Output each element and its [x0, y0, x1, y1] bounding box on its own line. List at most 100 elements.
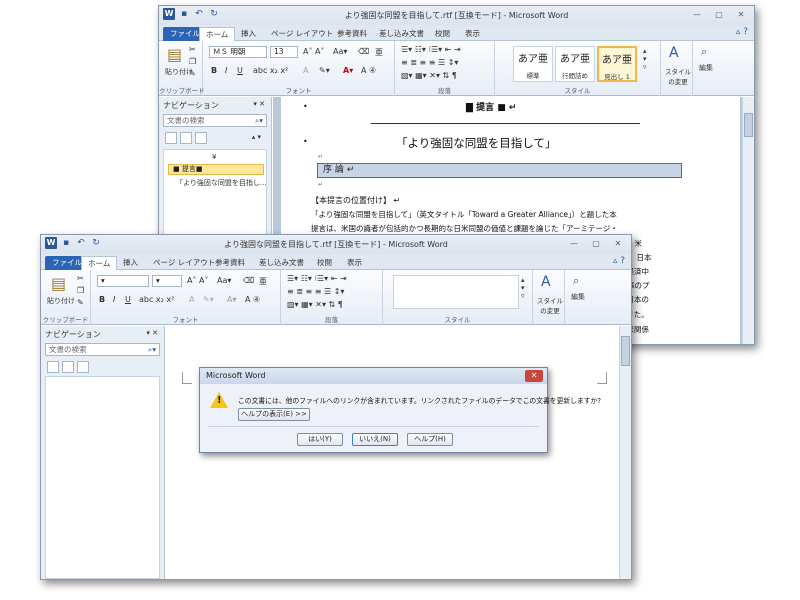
shading-icon[interactable]: ▧▾ ▦▾ ✕▾ ⇅ ¶ — [401, 71, 457, 80]
search-icon[interactable]: ⌕▾ — [148, 344, 156, 355]
align-icon[interactable]: ≡ ≣ ≡ ≡ ☰ ↕▾ — [287, 287, 344, 296]
font-size-combo[interactable]: 13 — [270, 46, 298, 58]
clear-format-icon[interactable]: ⌫ — [243, 276, 254, 285]
text-effect-icon[interactable]: A — [189, 295, 194, 304]
text-effect-icon[interactable]: A — [303, 66, 308, 75]
tab-review[interactable]: 校閲 — [317, 256, 332, 270]
font-color-icon[interactable]: A▾ — [343, 66, 353, 75]
copy-icon[interactable]: ❐ — [77, 286, 84, 295]
change-styles-icon[interactable]: A — [541, 274, 551, 290]
nav-item-heading[interactable]: ■ 提言■ — [168, 164, 264, 175]
style-scroll-icon[interactable]: ▴ ▾ ▿ — [643, 47, 647, 71]
headings-tab[interactable] — [165, 132, 177, 144]
format-painter-icon[interactable]: ✎ — [77, 298, 84, 307]
change-case-icon[interactable]: Aa▾ — [217, 276, 231, 285]
tab-review[interactable]: 校閲 — [435, 27, 450, 41]
pages-tab[interactable] — [62, 361, 74, 373]
ruby-icon[interactable]: 亜 — [259, 276, 267, 287]
grow-font-icon[interactable]: A˄ A˅ — [303, 47, 325, 56]
nav-search-input[interactable]: 文書の検索 ⌕▾ — [45, 343, 160, 356]
no-button[interactable]: いいえ(N) — [352, 433, 398, 446]
back-vertical-scrollbar[interactable] — [742, 97, 754, 344]
edit-label[interactable]: 編集 — [571, 292, 585, 302]
style-heading-1[interactable]: あア亜 見出し 1 — [597, 46, 637, 82]
bullets-icon[interactable]: ☰▾ ☷▾ ⁝☰▾ ⇤ ⇥ — [287, 274, 347, 283]
nav-item-title[interactable]: 「より強固な同盟を目指し... — [176, 178, 267, 188]
align-icon[interactable]: ≡ ≣ ≡ ≡ ☰ ↕▾ — [401, 58, 458, 67]
font-name-combo[interactable]: ▾ — [97, 275, 149, 287]
char-shading-icon[interactable]: A ④ — [245, 295, 260, 304]
strikethrough-icon[interactable]: abc x₂ x² — [139, 295, 174, 304]
close-icon[interactable]: ✕ — [611, 238, 625, 250]
change-styles-label[interactable]: スタイルの変更 — [535, 295, 565, 315]
show-help-button[interactable]: ヘルプの表示(E) >> — [238, 408, 310, 421]
nav-close-icon[interactable]: ▾ ✕ — [146, 329, 158, 337]
help-button[interactable]: ヘルプ(H) — [407, 433, 453, 446]
cut-icon[interactable]: ✂ — [77, 274, 84, 283]
nav-close-icon[interactable]: ▾ ✕ — [253, 100, 265, 108]
maximize-icon[interactable]: ▢ — [712, 9, 726, 21]
dialog-close-icon[interactable]: ✕ — [525, 370, 543, 382]
change-case-icon[interactable]: Aa▾ — [333, 47, 347, 56]
char-shading-icon[interactable]: A ④ — [361, 66, 376, 75]
scroll-thumb[interactable] — [621, 336, 630, 366]
front-vertical-scrollbar[interactable] — [619, 326, 631, 579]
tab-insert[interactable]: 挿入 — [241, 27, 256, 41]
nav-search-input[interactable]: 文書の検索 ⌕▾ — [163, 114, 267, 127]
results-tab[interactable] — [195, 132, 207, 144]
format-painter-icon[interactable]: ✎ — [189, 69, 196, 78]
bold-icon[interactable]: B — [211, 66, 217, 75]
paste-icon[interactable]: ▤ — [167, 45, 182, 64]
help-icon[interactable]: ▵ ? — [736, 27, 748, 37]
edit-label[interactable]: 編集 — [699, 63, 713, 73]
italic-icon[interactable]: I — [113, 295, 115, 304]
grow-font-icon[interactable]: A˄ A˅ — [187, 276, 209, 285]
paste-icon[interactable]: ▤ — [51, 274, 66, 293]
find-icon[interactable]: ⌕ — [573, 274, 579, 288]
underline-icon[interactable]: U — [237, 66, 243, 75]
bold-icon[interactable]: B — [99, 295, 105, 304]
nav-updown-icon[interactable]: ▴ ▾ — [252, 133, 261, 141]
tab-page-layout[interactable]: ページ レイアウト — [153, 256, 215, 270]
clear-format-icon[interactable]: ⌫ — [358, 47, 369, 56]
tab-home[interactable]: ホーム — [81, 256, 118, 270]
bullets-icon[interactable]: ☰▾ ☷▾ ⁝☰▾ ⇤ ⇥ — [401, 45, 461, 54]
tab-view[interactable]: 表示 — [347, 256, 362, 270]
font-color-icon[interactable]: A▾ — [227, 295, 237, 304]
tab-insert[interactable]: 挿入 — [123, 256, 138, 270]
font-name-combo[interactable]: ＭＳ 明朝 — [209, 46, 267, 58]
headings-tab[interactable] — [47, 361, 59, 373]
paste-label[interactable]: 貼り付け — [47, 296, 75, 306]
tab-view[interactable]: 表示 — [465, 27, 480, 41]
tab-home[interactable]: ホーム — [199, 27, 236, 41]
tab-mailings[interactable]: 差し込み文書 — [259, 256, 304, 270]
ruby-icon[interactable]: 亜 — [375, 47, 383, 58]
strikethrough-icon[interactable]: abc x₂ x² — [253, 66, 288, 75]
help-icon[interactable]: ▵ ? — [613, 256, 625, 266]
underline-icon[interactable]: U — [125, 295, 131, 304]
minimize-icon[interactable]: — — [567, 238, 581, 250]
tab-mailings[interactable]: 差し込み文書 — [379, 27, 424, 41]
style-gallery[interactable] — [393, 275, 519, 309]
results-tab[interactable] — [77, 361, 89, 373]
search-icon[interactable]: ⌕▾ — [255, 115, 263, 126]
copy-icon[interactable]: ❐ — [189, 57, 196, 66]
pages-tab[interactable] — [180, 132, 192, 144]
tab-references[interactable]: 参考資料 — [337, 27, 367, 41]
highlight-icon[interactable]: ✎▾ — [319, 66, 330, 75]
style-scroll-icon[interactable]: ▴ ▾ ▿ — [521, 276, 525, 300]
italic-icon[interactable]: I — [225, 66, 227, 75]
maximize-icon[interactable]: ▢ — [589, 238, 603, 250]
style-normal[interactable]: あア亜 標準 — [513, 46, 553, 82]
collapse-icon[interactable]: ¥ — [212, 153, 216, 161]
scroll-thumb[interactable] — [744, 113, 753, 137]
tab-references[interactable]: 参考資料 — [215, 256, 245, 270]
font-size-combo[interactable]: ▾ — [152, 275, 182, 287]
minimize-icon[interactable]: — — [690, 9, 704, 21]
shading-icon[interactable]: ▧▾ ▦▾ ✕▾ ⇅ ¶ — [287, 300, 343, 309]
change-styles-icon[interactable]: A — [669, 45, 679, 61]
yes-button[interactable]: はい(Y) — [297, 433, 343, 446]
style-no-spacing[interactable]: あア亜 行間詰め — [555, 46, 595, 82]
close-icon[interactable]: ✕ — [734, 9, 748, 21]
cut-icon[interactable]: ✂ — [189, 45, 196, 54]
